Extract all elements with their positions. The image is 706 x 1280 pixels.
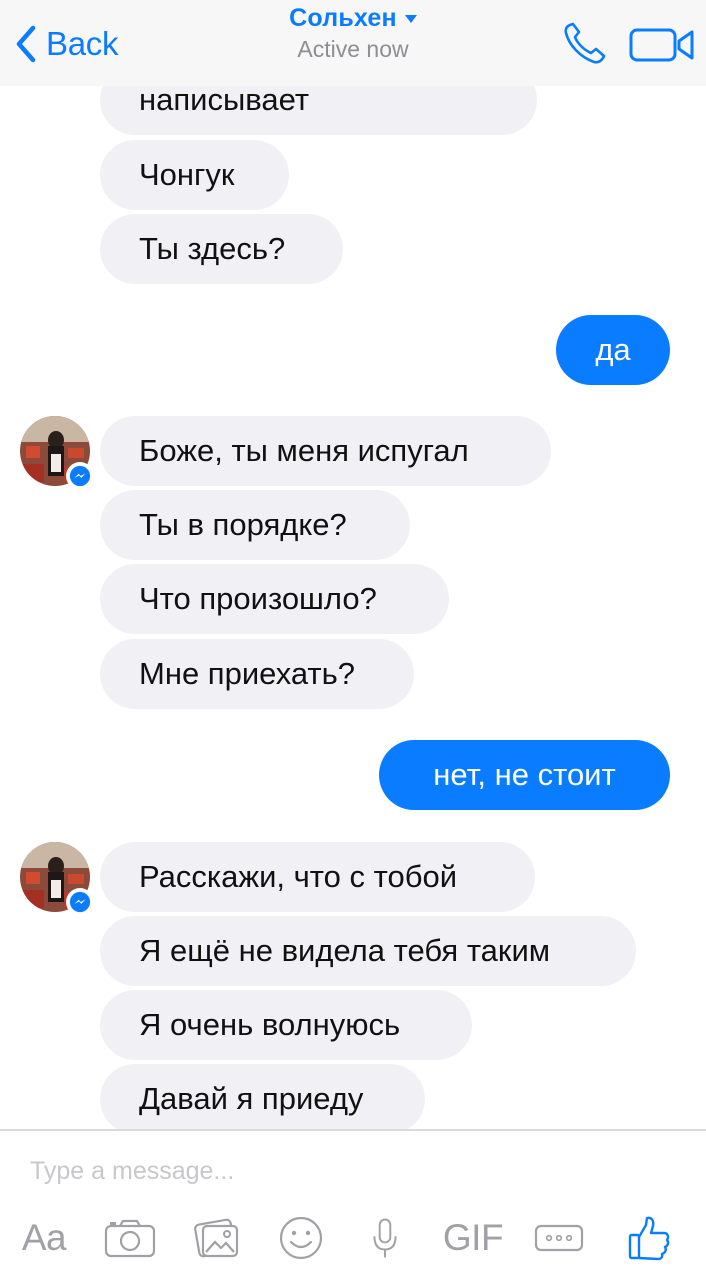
conversation-header: Back Сольхен Active now: [0, 0, 706, 86]
emoji-button[interactable]: [278, 1209, 324, 1267]
text-format-icon: Aa: [21, 1217, 67, 1258]
incoming-message[interactable]: Я очень волнуюсь: [100, 990, 472, 1060]
chevron-left-icon: [16, 25, 36, 63]
emoji-icon: [279, 1216, 323, 1260]
presence-status: Active now: [297, 36, 409, 62]
back-button[interactable]: Back: [14, 22, 118, 66]
messenger-icon: [69, 891, 91, 913]
incoming-message[interactable]: Боже, ты меня испугал: [100, 416, 551, 486]
photo-gallery-button[interactable]: [193, 1209, 241, 1267]
gif-button[interactable]: GIF: [442, 1209, 504, 1267]
contact-name-button[interactable]: Сольхен: [289, 4, 417, 33]
gif-icon: GIF: [442, 1217, 504, 1258]
photo-gallery-icon: [194, 1218, 239, 1258]
contact-title-block[interactable]: Сольхен Active now: [203, 4, 503, 63]
text-format-button[interactable]: Aa: [18, 1209, 70, 1267]
incoming-message[interactable]: Мне приехать?: [100, 639, 414, 709]
messenger-badge: [66, 888, 94, 916]
incoming-message[interactable]: Расскажи, что с тобой: [100, 842, 535, 912]
outgoing-message[interactable]: нет, не стоит: [379, 740, 670, 810]
microphone-button[interactable]: [368, 1209, 402, 1267]
phone-call-icon[interactable]: [560, 20, 608, 68]
contact-name: Сольхен: [289, 4, 397, 32]
messenger-badge: [66, 462, 94, 490]
messenger-icon: [69, 465, 91, 487]
more-icon: [534, 1224, 584, 1252]
incoming-message[interactable]: Ты в порядке?: [100, 490, 410, 560]
thumbs-up-icon: [628, 1216, 670, 1261]
more-options-button[interactable]: [534, 1209, 584, 1267]
incoming-message[interactable]: Давай я приеду: [100, 1064, 425, 1134]
outgoing-message[interactable]: да: [556, 315, 670, 385]
microphone-icon: [373, 1218, 397, 1258]
contact-avatar[interactable]: [20, 842, 94, 916]
incoming-message[interactable]: Ты здесь?: [100, 214, 343, 284]
like-button[interactable]: [627, 1209, 671, 1267]
camera-button[interactable]: [104, 1209, 156, 1267]
incoming-message[interactable]: Чонгук: [100, 140, 289, 210]
message-composer: Aa GIF: [0, 1131, 706, 1280]
camera-icon: [104, 1219, 156, 1258]
incoming-message[interactable]: Я ещё не видела тебя таким: [100, 916, 636, 986]
message-input[interactable]: [30, 1151, 650, 1191]
video-call-icon[interactable]: [628, 24, 696, 66]
back-label: Back: [46, 25, 119, 62]
contact-avatar[interactable]: [20, 416, 94, 490]
caret-down-icon: [404, 14, 417, 23]
incoming-message[interactable]: Что произошло?: [100, 564, 449, 634]
